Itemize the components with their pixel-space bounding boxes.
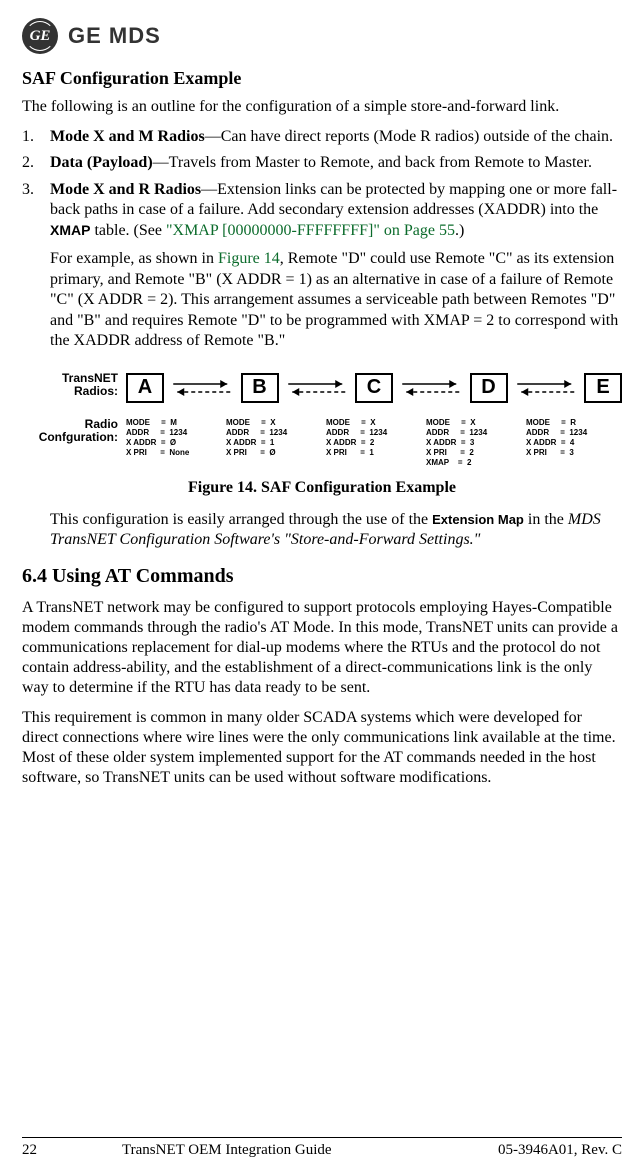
list-bold: Mode X and R Radios (50, 181, 201, 198)
config-label: Radio Confguration: (22, 418, 126, 446)
node-a: A (126, 373, 164, 403)
list-rest-b: table. (See (90, 222, 166, 239)
page-footer: 22 TransNET OEM Integration Guide 05-394… (22, 1137, 622, 1159)
list-rest-c: .) (455, 222, 464, 239)
arrow-icon (510, 373, 583, 403)
saf-config-heading: SAF Configuration Example (22, 68, 622, 89)
cfg-block-e: MODE = R ADDR = 1234 X ADDR = 4 X PRI = … (526, 418, 622, 468)
list-number: 1. (22, 127, 50, 147)
list-number: 3. (22, 180, 50, 241)
list-rest: —Can have direct reports (Mode R radios)… (205, 128, 613, 145)
diagram-config-row: Radio Confguration: MODE = M ADDR = 1234… (22, 418, 622, 468)
list-item: 1. Mode X and M Radios—Can have direct r… (22, 127, 622, 147)
brand-text: GE MDS (68, 23, 161, 49)
example-paragraph: For example, as shown in Figure 14, Remo… (50, 249, 622, 351)
extension-map-token: Extension Map (432, 512, 524, 527)
list-number: 2. (22, 153, 50, 173)
page-number: 22 (22, 1142, 72, 1159)
cfg-block-c: MODE = X ADDR = 1234 X ADDR = 2 X PRI = … (326, 418, 422, 468)
node-b: B (241, 373, 279, 403)
arrow-icon (395, 373, 468, 403)
cfg-para-b: in the (524, 511, 568, 528)
footer-revision: 05-3946A01, Rev. C (498, 1142, 622, 1159)
cfg-block-a: MODE = M ADDR = 1234 X ADDR = Ø X PRI = … (126, 418, 222, 468)
cfg-block-b: MODE = X ADDR = 1234 X ADDR = 1 X PRI = … (226, 418, 322, 468)
node-c: C (355, 373, 393, 403)
figure-14-link[interactable]: Figure 14 (218, 250, 280, 267)
ge-monogram-text: GE (30, 28, 51, 45)
intro-paragraph: The following is an outline for the conf… (22, 97, 622, 117)
at-commands-heading: 6.4 Using AT Commands (22, 565, 622, 588)
list-item: 2. Data (Payload)—Travels from Master to… (22, 153, 622, 173)
arrow-icon (166, 373, 239, 403)
radios-label: TransNET Radios: (22, 370, 126, 400)
list-body: Mode X and R Radios—Extension links can … (50, 180, 622, 241)
at-para-2: This requirement is common in many older… (22, 708, 622, 788)
cfg-block-d: MODE = X ADDR = 1234 X ADDR = 3 X PRI = … (426, 418, 522, 468)
config-blocks: MODE = M ADDR = 1234 X ADDR = Ø X PRI = … (126, 418, 622, 468)
config-steps-list: 1. Mode X and M Radios—Can have direct r… (22, 127, 622, 241)
list-item: 3. Mode X and R Radios—Extension links c… (22, 180, 622, 241)
node-d: D (470, 373, 508, 403)
header-logo: GE GE MDS (22, 18, 622, 54)
list-body: Mode X and M Radios—Can have direct repo… (50, 127, 622, 147)
list-body: Data (Payload)—Travels from Master to Re… (50, 153, 622, 173)
saf-diagram: TransNET Radios: A B C D E Radio Confgur… (22, 370, 622, 468)
list-bold: Mode X and M Radios (50, 128, 205, 145)
at-para-1: A TransNET network may be configured to … (22, 598, 622, 698)
list-rest: —Travels from Master to Remote, and back… (153, 154, 592, 171)
footer-title: TransNET OEM Integration Guide (72, 1142, 498, 1159)
xmap-token: XMAP (50, 222, 90, 238)
config-software-paragraph: This configuration is easily arranged th… (50, 510, 622, 551)
node-e: E (584, 373, 622, 403)
diagram-nodes-row: TransNET Radios: A B C D E (22, 370, 622, 406)
list-bold: Data (Payload) (50, 154, 153, 171)
ge-monogram-icon: GE (22, 18, 58, 54)
figure-caption: Figure 14. SAF Configuration Example (22, 478, 622, 498)
example-text-a: For example, as shown in (50, 250, 218, 267)
xmap-page-link[interactable]: "XMAP [00000000-FFFFFFFF]" on Page 55 (166, 222, 455, 239)
cfg-para-a: This configuration is easily arranged th… (50, 511, 432, 528)
arrow-icon (281, 373, 354, 403)
diagram-nodes: A B C D E (126, 370, 622, 406)
